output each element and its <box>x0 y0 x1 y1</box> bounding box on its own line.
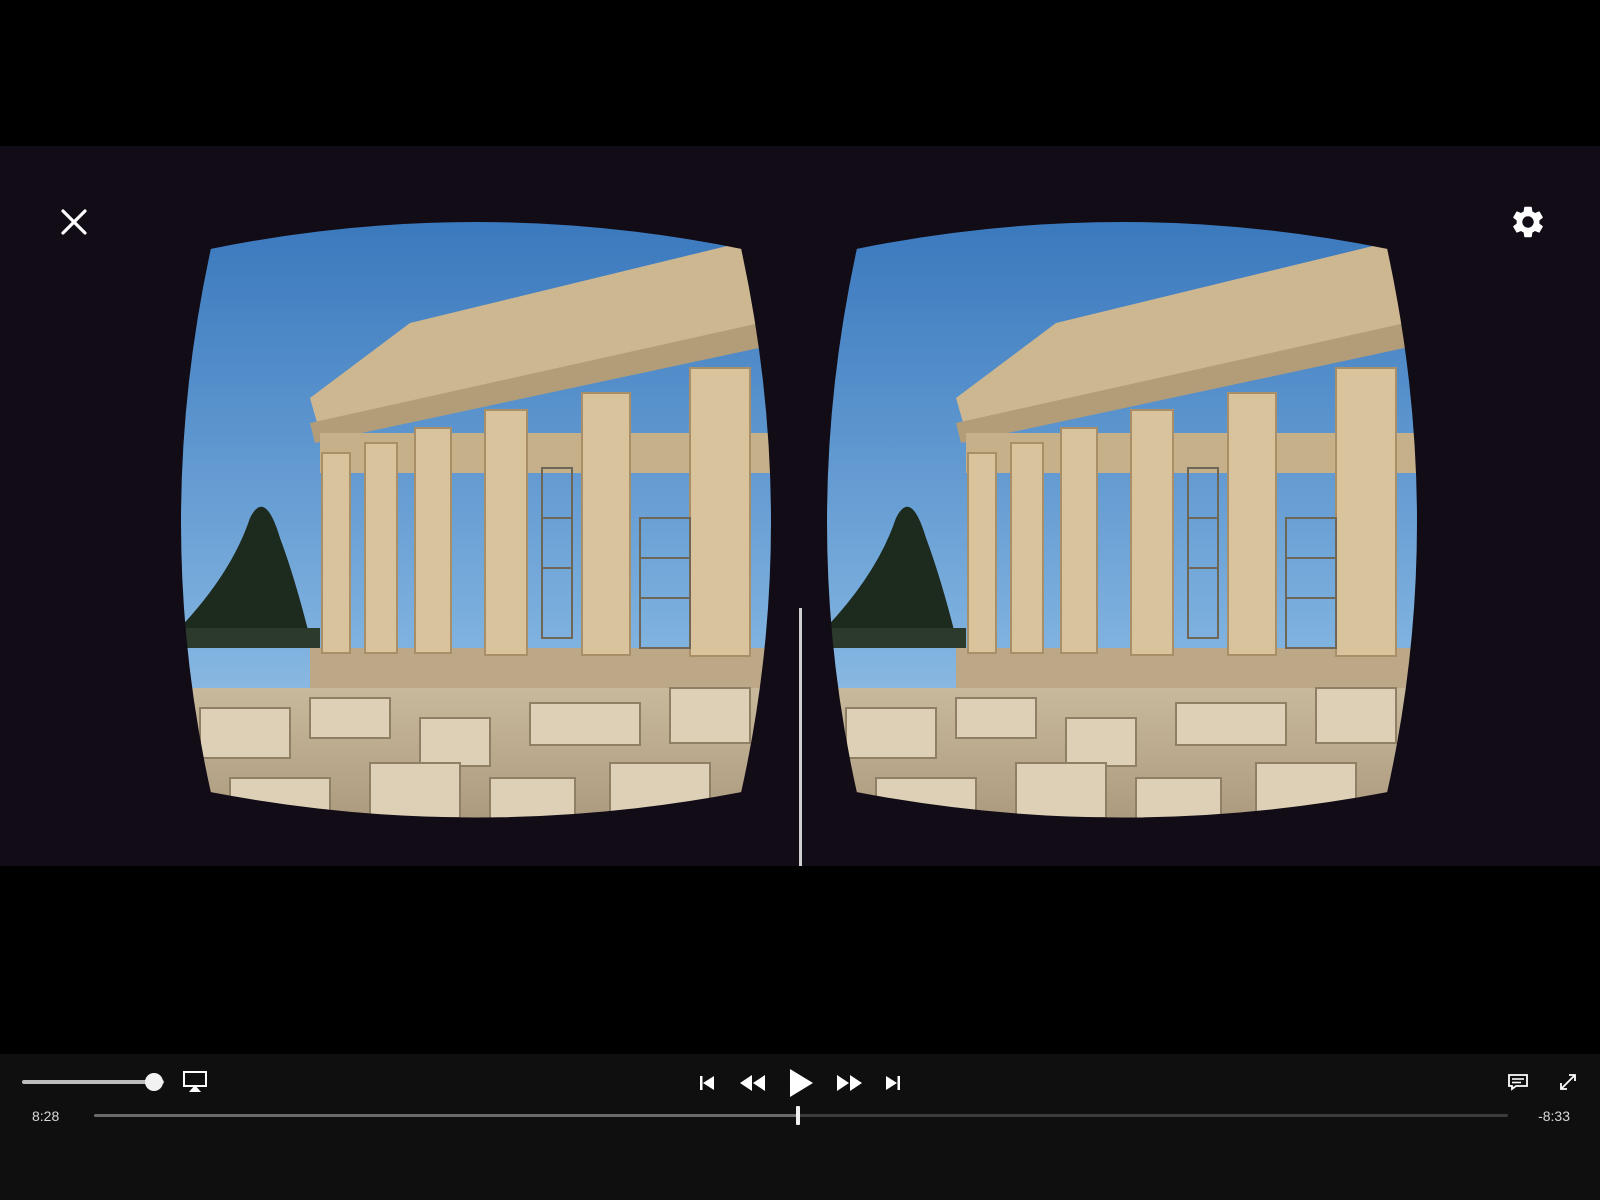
settings-button[interactable] <box>1502 196 1554 248</box>
volume-slider[interactable] <box>22 1080 164 1084</box>
next-button[interactable] <box>880 1070 906 1096</box>
airplay-button[interactable] <box>180 1068 210 1096</box>
progress-scrubber[interactable] <box>94 1106 1508 1125</box>
vr-center-divider <box>799 608 802 866</box>
captions-button[interactable] <box>1504 1070 1532 1094</box>
skip-previous-icon <box>700 1076 714 1090</box>
play-icon <box>790 1069 813 1097</box>
fast-forward-icon <box>837 1075 862 1091</box>
left-eye-view <box>179 220 773 820</box>
close-icon <box>61 209 87 235</box>
fullscreen-icon <box>1560 1074 1576 1090</box>
volume-slider-knob[interactable] <box>145 1073 164 1091</box>
progress-handle[interactable] <box>796 1106 801 1125</box>
airplay-icon <box>183 1071 207 1092</box>
gear-icon <box>1513 206 1543 238</box>
captions-icon <box>1508 1074 1528 1091</box>
remaining-time: -8:33 <box>1538 1108 1570 1124</box>
progress-fill <box>94 1114 799 1117</box>
play-button[interactable] <box>784 1064 818 1102</box>
right-eye-view <box>825 220 1419 820</box>
fullscreen-button[interactable] <box>1554 1068 1582 1096</box>
skip-next-icon <box>886 1076 900 1090</box>
rewind-button[interactable] <box>736 1068 768 1098</box>
elapsed-time: 8:28 <box>32 1108 60 1124</box>
close-button[interactable] <box>52 200 96 244</box>
previous-button[interactable] <box>694 1070 720 1096</box>
fast-forward-button[interactable] <box>834 1068 866 1098</box>
rewind-icon <box>740 1075 765 1091</box>
